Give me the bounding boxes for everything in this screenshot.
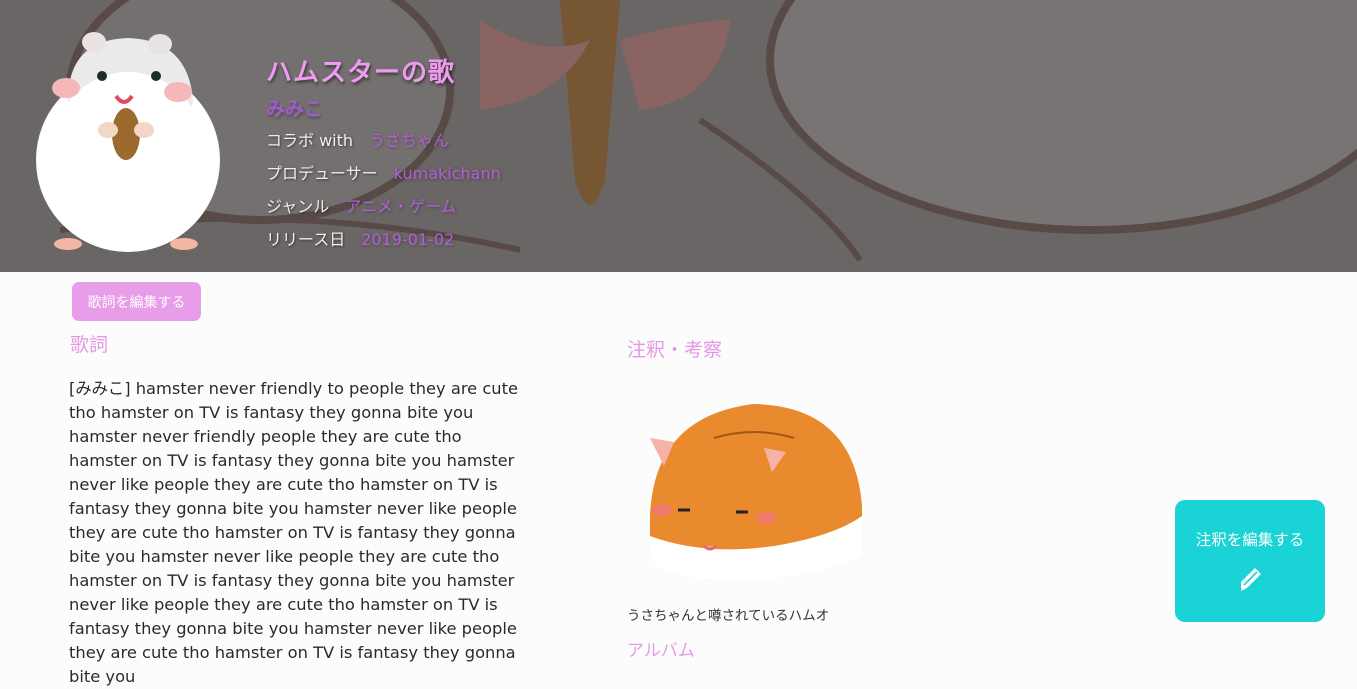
lyrics-text: [みみこ] hamster never friendly to people t… (69, 379, 519, 686)
lyrics-heading: 歌詞 (70, 334, 109, 356)
genre-label: ジャンル (266, 197, 330, 216)
pen-icon (1241, 568, 1261, 591)
edit-notes-label: 注釈を編集する (1195, 531, 1305, 549)
meta-row-release: リリース日 2019-01-02 (266, 223, 501, 256)
release-label: リリース日 (266, 230, 346, 249)
notes-heading: 注釈・考察 (627, 339, 723, 361)
meta-row-producer: プロデューサー kumakichann (266, 157, 501, 190)
producer-link[interactable]: kumakichann (394, 157, 501, 190)
song-title: ハムスターの歌 (266, 58, 456, 88)
note-caption: うさちゃんと噂されているハムオ (627, 608, 830, 624)
song-header: ハムスターの歌 みみこ コラボ with うさちゃん プロデューサー kumak… (0, 0, 1357, 272)
edit-lyrics-button[interactable]: 歌詞を編集する (72, 282, 201, 321)
album-heading: アルバム (627, 641, 695, 661)
meta-row-genre: ジャンル アニメ・ゲーム (266, 190, 501, 223)
song-meta: ハムスターの歌 みみこ コラボ with うさちゃん プロデューサー kumak… (266, 54, 501, 256)
genre-link[interactable]: アニメ・ゲーム (345, 190, 456, 223)
artist-hamster-image (36, 32, 220, 252)
release-date: 2019-01-02 (361, 230, 455, 249)
producer-label: プロデューサー (266, 164, 378, 183)
collab-link[interactable]: うさちゃん (369, 124, 449, 157)
collab-label: コラボ with (266, 131, 354, 150)
sleeping-hamster-image (644, 396, 864, 582)
meta-row-collab: コラボ with うさちゃん (266, 124, 501, 157)
edit-notes-button[interactable]: 注釈を編集する (1175, 500, 1325, 622)
artist-link[interactable]: みみこ (266, 94, 501, 124)
